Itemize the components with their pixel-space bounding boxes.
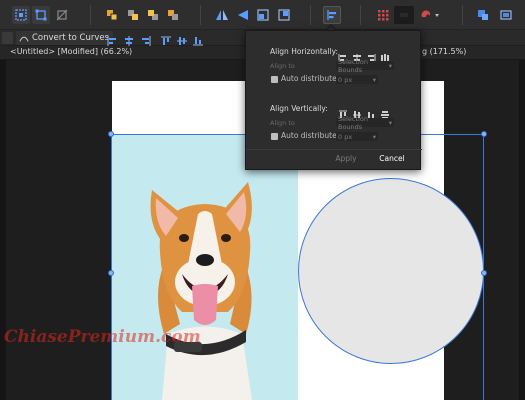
align-vertically-heading: Align Vertically:: [270, 104, 328, 113]
horizontal-auto-distribute-label: Auto distribute: [281, 74, 337, 83]
align-right-icon[interactable]: [366, 48, 376, 62]
align-horizontally-heading: Align Horizontally:: [270, 47, 338, 56]
snapping-grid-icon[interactable]: [374, 6, 392, 24]
vertical-align-to-value: Selection Bounds: [338, 114, 368, 131]
space-evenly-vertical-icon[interactable]: [380, 105, 390, 119]
horizontal-spacing-field[interactable]: 0 px ▾: [336, 75, 378, 84]
popover-footer-divider: [246, 149, 422, 150]
align-top-icon[interactable]: [160, 32, 172, 45]
horizontal-align-to-label: Align to: [270, 62, 295, 70]
horizontal-spacing-value: 0 px: [338, 75, 353, 84]
select-marquee-icon[interactable]: [12, 6, 30, 24]
context-toggle-icon[interactable]: [2, 32, 13, 44]
align-left-icon[interactable]: [106, 32, 118, 46]
rotate-right-icon[interactable]: [275, 6, 293, 24]
space-evenly-horizontal-icon[interactable]: [380, 48, 390, 62]
app-window: Convert to Curves <Untitled> [Modified] …: [0, 0, 525, 400]
arrange-front-icon[interactable]: [103, 6, 121, 24]
arrange-forward-icon[interactable]: [124, 6, 142, 24]
flip-horizontal-icon[interactable]: [213, 6, 231, 24]
vertical-auto-distribute-checkbox[interactable]: [271, 133, 278, 140]
convert-to-curves-button[interactable]: Convert to Curves: [16, 31, 114, 45]
align-left-icon[interactable]: [338, 48, 348, 62]
arrange-back-icon[interactable]: [164, 6, 182, 24]
toolbar-divider: [462, 5, 463, 25]
snapping-magnet-icon[interactable]: [418, 6, 442, 24]
chevron-down-icon: ▾: [388, 118, 392, 127]
chevron-down-icon: ▾: [388, 61, 392, 70]
selection-bounding-box: [111, 134, 484, 400]
share-icon[interactable]: [497, 6, 515, 24]
toolbar-divider: [200, 5, 201, 25]
curves-icon: [19, 36, 29, 42]
left-panel-edge: [0, 60, 6, 400]
vertical-align-to-label: Align to: [270, 119, 295, 127]
align-middle-icon[interactable]: [352, 105, 362, 119]
rotate-left-icon[interactable]: [254, 6, 272, 24]
apply-button[interactable]: Apply: [328, 154, 364, 163]
toolbar-divider: [360, 5, 361, 25]
main-toolbar: [0, 0, 525, 30]
watermark-text: ChiasePremium.com: [4, 327, 201, 347]
selection-handle-top-left[interactable]: [108, 131, 114, 137]
align-center-icon[interactable]: [123, 32, 135, 46]
align-right-icon[interactable]: [140, 32, 152, 46]
vertical-auto-distribute-label: Auto distribute: [281, 131, 337, 140]
horizontal-align-to-value: Selection Bounds: [338, 57, 368, 74]
cancel-button[interactable]: Cancel: [370, 154, 414, 163]
chevron-down-icon: ▾: [372, 75, 376, 84]
arrange-backward-icon[interactable]: [144, 6, 162, 24]
toolbar-divider: [90, 5, 91, 25]
toolbar-divider: [310, 5, 311, 25]
transform-icon[interactable]: [32, 6, 50, 24]
selection-handle-middle-left[interactable]: [108, 270, 114, 276]
convert-to-curves-label: Convert to Curves: [32, 33, 110, 43]
horizontal-align-to-select[interactable]: Selection Bounds ▾: [336, 58, 394, 74]
vertical-align-to-select[interactable]: Selection Bounds ▾: [336, 115, 394, 131]
document-tab-title[interactable]: <Untitled> [Modified] (66.2%): [10, 47, 132, 56]
horizontal-auto-distribute-checkbox[interactable]: [271, 76, 278, 83]
align-middle-icon[interactable]: [176, 32, 188, 45]
right-panel-edge: [519, 60, 525, 400]
flip-vertical-icon[interactable]: [234, 6, 252, 24]
vertical-spacing-value: 0 px: [338, 132, 353, 141]
chevron-down-icon: ▾: [372, 132, 376, 141]
align-popover: Align Horizontally: Align to Selection B…: [245, 30, 422, 170]
color-swatch-icon[interactable]: [394, 6, 414, 24]
align-icon[interactable]: [323, 6, 341, 24]
selection-handle-middle-right[interactable]: [481, 270, 487, 276]
personas-icon[interactable]: [474, 6, 492, 24]
align-bottom-icon[interactable]: [192, 32, 204, 46]
align-center-icon[interactable]: [352, 48, 362, 62]
selection-handle-top-right[interactable]: [481, 131, 487, 137]
align-top-icon[interactable]: [338, 105, 348, 118]
no-transform-icon[interactable]: [53, 6, 71, 24]
align-bottom-icon[interactable]: [366, 105, 376, 120]
vertical-spacing-field[interactable]: 0 px ▾: [336, 132, 378, 141]
second-document-tab-title[interactable]: g (171.5%): [422, 47, 466, 56]
